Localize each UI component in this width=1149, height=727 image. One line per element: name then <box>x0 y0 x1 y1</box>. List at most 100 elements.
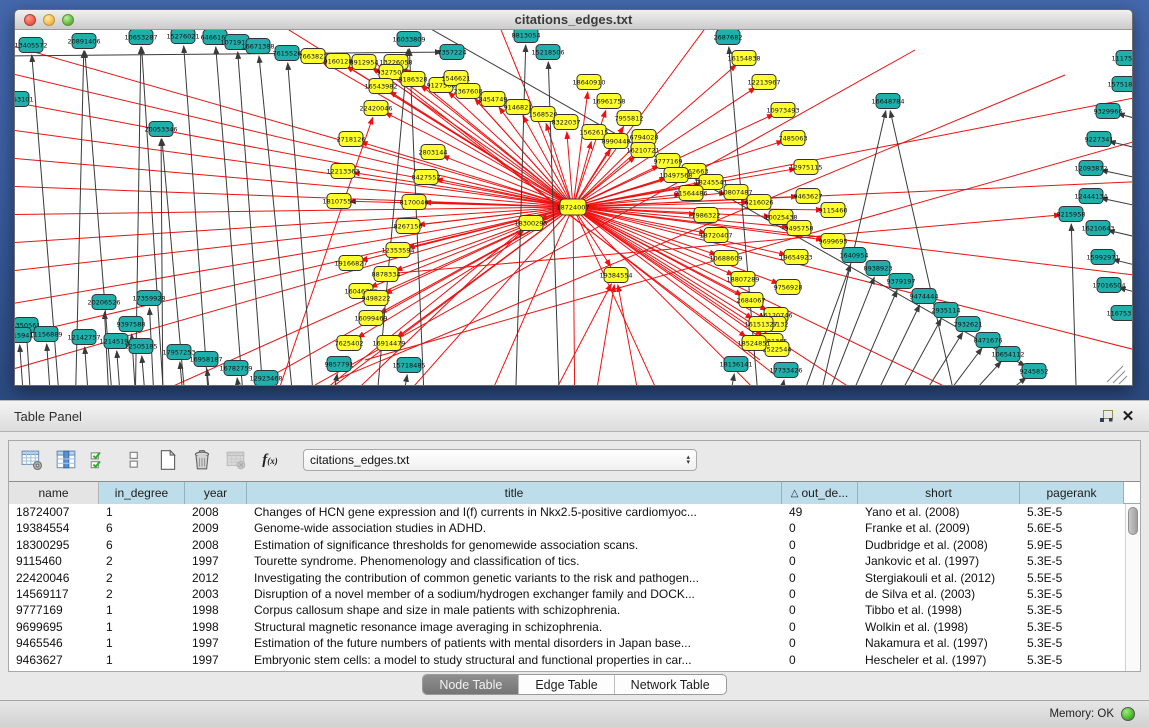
graph-node[interactable]: 19384554 <box>599 268 632 283</box>
table-cell[interactable]: Tourette syndrome. Phenomenology and cla… <box>247 553 782 569</box>
table-cell[interactable]: 1997 <box>185 635 247 651</box>
table-cell[interactable]: Dudbridge et al. (2008) <box>858 537 1020 553</box>
graph-edge[interactable] <box>1071 224 1077 386</box>
graph-node[interactable]: 2684067 <box>737 293 766 308</box>
graph-node[interactable]: 8170046 <box>400 195 429 210</box>
table-cell[interactable]: 5.9E-5 <box>1020 537 1124 553</box>
table-row[interactable]: 1456911722003Disruption of a novel membe… <box>9 586 1125 602</box>
table-cell[interactable]: Disruption of a novel member of a sodium… <box>247 586 782 602</box>
graph-node[interactable]: 8938923 <box>864 261 893 276</box>
table-cell[interactable]: 5.5E-5 <box>1020 570 1124 586</box>
graph-node[interactable]: 7986322 <box>692 208 721 223</box>
graph-node[interactable]: 18807289 <box>726 272 759 287</box>
table-cell[interactable]: Estimation of significance thresholds fo… <box>247 537 782 553</box>
table-cell[interactable]: 2003 <box>185 586 247 602</box>
graph-node[interactable]: 16671388 <box>241 39 274 54</box>
graph-node[interactable]: 2803144 <box>419 145 448 160</box>
float-panel-icon[interactable] <box>1095 407 1117 425</box>
table-cell[interactable]: Estimation of the future numbers of pati… <box>247 635 782 651</box>
graph-edge[interactable] <box>142 356 147 386</box>
tab-node-table[interactable]: Node Table <box>423 675 519 694</box>
table-cell[interactable]: 6 <box>99 537 185 553</box>
table-cell[interactable]: 5.3E-5 <box>1020 586 1124 602</box>
graph-node[interactable]: 8215958 <box>1057 207 1086 222</box>
graph-node[interactable]: 8322037 <box>552 115 581 130</box>
table-scrollbar[interactable] <box>1125 504 1140 671</box>
function-builder-icon[interactable]: f(x) <box>255 447 285 473</box>
graph-node[interactable]: 12213363 <box>326 164 359 179</box>
graph-node[interactable]: 10973493 <box>766 103 799 118</box>
table-cell[interactable]: Structural magnetic resonance image aver… <box>247 619 782 635</box>
graph-node[interactable]: 9160128 <box>324 54 353 69</box>
graph-edge[interactable] <box>841 290 897 386</box>
graph-node[interactable]: 15718485 <box>392 358 425 373</box>
graph-node[interactable]: 9857791 <box>325 357 354 372</box>
table-cell[interactable]: Embryonic stem cells: a model to study s… <box>247 652 782 668</box>
table-cell[interactable]: 0 <box>782 570 858 586</box>
graph-edge[interactable] <box>361 142 573 207</box>
table-row[interactable]: 1872400712008Changes of HCN gene express… <box>9 504 1125 520</box>
graph-node[interactable]: 10497568 <box>659 168 692 183</box>
graph-node[interactable]: 20053346 <box>144 122 177 137</box>
table-cell[interactable]: 5.3E-5 <box>1020 504 1124 520</box>
tab-network-table[interactable]: Network Table <box>615 675 726 694</box>
table-scrollbar-thumb[interactable] <box>1128 507 1138 535</box>
table-cell[interactable]: 9465546 <box>9 635 99 651</box>
table-cell[interactable]: 0 <box>782 619 858 635</box>
table-row[interactable]: 977716911998Corpus callosum shape and si… <box>9 602 1125 618</box>
graph-node[interactable]: 10654112 <box>991 347 1024 362</box>
graph-node[interactable]: 18640910 <box>572 75 605 90</box>
graph-node[interactable]: 9474444 <box>910 289 939 304</box>
tab-edge-table[interactable]: Edge Table <box>519 675 614 694</box>
graph-node[interactable]: 12444134 <box>1074 189 1107 204</box>
table-cell[interactable]: Hescheler et al. (1997) <box>858 652 1020 668</box>
table-cell[interactable]: 22420046 <box>9 570 99 586</box>
close-panel-icon[interactable]: ✕ <box>1117 407 1139 425</box>
network-canvas[interactable]: 1872400713405572208914061065328715276021… <box>15 30 1132 386</box>
graph-edge[interactable] <box>928 348 982 386</box>
table-cell[interactable]: 18300295 <box>9 537 99 553</box>
table-cell[interactable]: 1997 <box>185 652 247 668</box>
graph-node[interactable]: 12353594 <box>381 243 414 258</box>
table-settings-icon[interactable] <box>17 447 47 473</box>
network-window-titlebar[interactable]: citations_edges.txt <box>15 10 1132 30</box>
graph-node[interactable]: 20153101 <box>15 92 34 107</box>
table-cell[interactable]: 9115460 <box>9 553 99 569</box>
graph-node[interactable]: 2935114 <box>932 303 961 318</box>
graph-edge[interactable] <box>238 52 265 386</box>
table-cell[interactable]: 1 <box>99 619 185 635</box>
table-cell[interactable]: Franke et al. (2009) <box>858 520 1020 536</box>
table-cell[interactable]: 5.3E-5 <box>1020 652 1124 668</box>
graph-node[interactable]: 12975115 <box>789 160 822 175</box>
table-row[interactable]: 969969511998Structural magnetic resonanc… <box>9 619 1125 635</box>
graph-edge[interactable] <box>974 377 1026 386</box>
graph-node[interactable]: 21564486 <box>674 186 707 201</box>
graph-node[interactable]: 8878334 <box>372 267 401 282</box>
table-cell[interactable]: Changes of HCN gene expression and I(f) … <box>247 504 782 520</box>
delete-table-icon[interactable] <box>187 447 217 473</box>
graph-node[interactable]: 16099469 <box>354 311 387 326</box>
table-cell[interactable]: 0 <box>782 652 858 668</box>
table-cell[interactable]: 19384554 <box>9 520 99 536</box>
graph-node[interactable]: 16782759 <box>219 361 252 376</box>
column-header-title[interactable]: title <box>247 482 782 504</box>
graph-node[interactable]: 11156889 <box>29 327 62 342</box>
table-cell[interactable]: 0 <box>782 635 858 651</box>
table-cell[interactable]: Jankovic et al. (1997) <box>858 553 1020 569</box>
table-cell[interactable]: 5.3E-5 <box>1020 635 1124 651</box>
table-cell[interactable]: Corpus callosum shape and size in male p… <box>247 602 782 618</box>
graph-node[interactable]: 7932621 <box>954 317 983 332</box>
graph-edge[interactable] <box>573 207 575 386</box>
graph-node[interactable]: 16210643 <box>1081 221 1114 236</box>
graph-node[interactable]: 12142757 <box>67 330 100 345</box>
merge-rows-icon[interactable] <box>119 447 149 473</box>
graph-edge[interactable] <box>886 319 941 386</box>
graph-node[interactable]: 9227341 <box>1085 132 1114 147</box>
table-cell[interactable]: 5.3E-5 <box>1020 553 1124 569</box>
graph-node[interactable]: 8912954 <box>350 55 379 70</box>
graph-edge[interactable] <box>15 52 442 56</box>
graph-node[interactable]: 2687682 <box>714 30 743 45</box>
table-cell[interactable]: 1 <box>99 652 185 668</box>
graph-edge[interactable] <box>15 65 573 207</box>
graph-node[interactable]: 16033809 <box>392 32 425 47</box>
